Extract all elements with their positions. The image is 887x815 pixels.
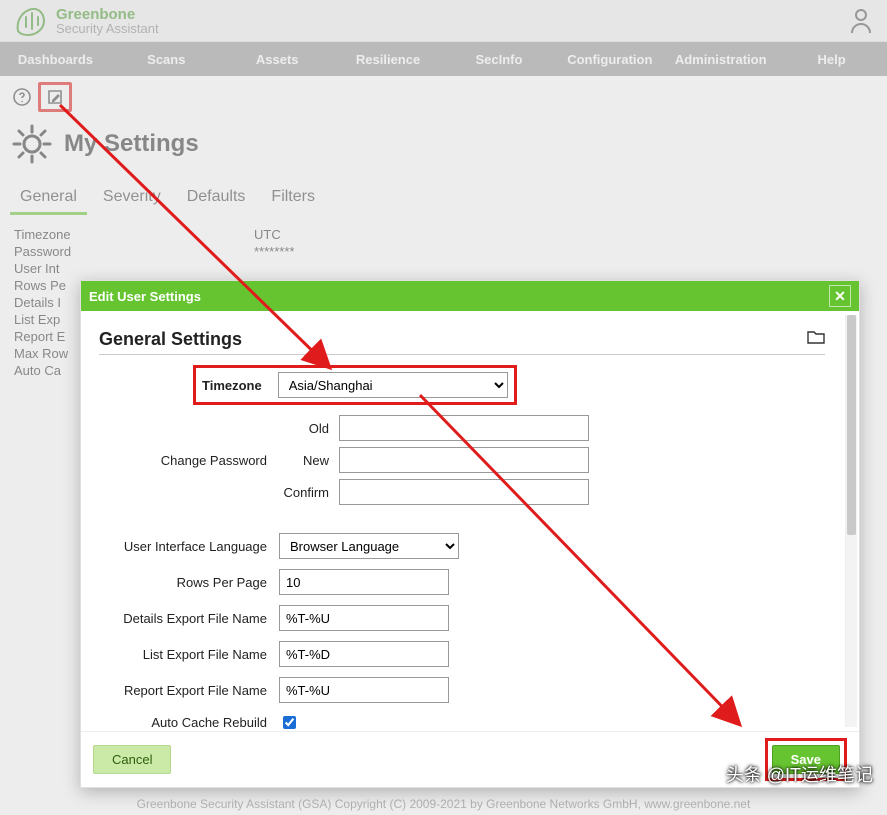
details-export-label: Details Export File Name (99, 611, 279, 626)
brand-logo-icon (14, 5, 48, 37)
folder-icon[interactable] (807, 329, 825, 350)
report-export-input[interactable] (279, 677, 449, 703)
list-export-input[interactable] (279, 641, 449, 667)
nav-item-resilience[interactable]: Resilience (333, 42, 444, 76)
nav-item-administration[interactable]: Administration (665, 42, 776, 76)
modal-title: Edit User Settings (89, 289, 201, 304)
page-footer: Greenbone Security Assistant (GSA) Copyr… (0, 797, 887, 811)
nav-item-dashboards[interactable]: Dashboards (0, 42, 111, 76)
help-icon[interactable] (10, 85, 34, 109)
password-confirm-label: Confirm (279, 485, 339, 500)
auto-cache-label: Auto Cache Rebuild (99, 715, 279, 730)
modal-titlebar: Edit User Settings ✕ (81, 281, 859, 311)
password-old-label: Old (279, 421, 339, 436)
tab-filters[interactable]: Filters (261, 182, 325, 215)
edit-icon[interactable] (43, 85, 67, 109)
password-new-label: New (279, 453, 339, 468)
page-title-row: My Settings (0, 118, 887, 182)
list-export-label: List Export File Name (99, 647, 279, 662)
scroll-thumb[interactable] (847, 315, 856, 535)
nav-item-scans[interactable]: Scans (111, 42, 222, 76)
modal-scrollbar[interactable] (845, 315, 857, 727)
nav-item-secinfo[interactable]: SecInfo (444, 42, 555, 76)
auto-cache-checkbox[interactable] (283, 716, 296, 729)
rows-per-page-input[interactable] (279, 569, 449, 595)
details-export-input[interactable] (279, 605, 449, 631)
password-old-input[interactable] (339, 415, 589, 441)
timezone-label: Timezone (202, 378, 268, 393)
app-header: Greenbone Security Assistant (0, 0, 887, 42)
edit-user-settings-modal: Edit User Settings ✕ General Settings Ti… (80, 280, 860, 788)
annotation-edit-highlight (38, 82, 72, 112)
annotation-timezone-highlight: Timezone Asia/Shanghai (193, 365, 517, 405)
report-export-label: Report Export File Name (99, 683, 279, 698)
brand-subtitle: Security Assistant (56, 22, 159, 35)
cancel-button[interactable]: Cancel (93, 745, 171, 774)
brand: Greenbone Security Assistant (14, 5, 159, 37)
watermark: 头条 @IT运维笔记 (726, 761, 873, 787)
timezone-select[interactable]: Asia/Shanghai (278, 372, 508, 398)
settings-row-password: Password******** (14, 244, 873, 259)
rows-per-page-label: Rows Per Page (99, 575, 279, 590)
password-new-input[interactable] (339, 447, 589, 473)
brand-title: Greenbone (56, 7, 159, 22)
page-title: My Settings (64, 130, 199, 158)
nav-item-help[interactable]: Help (776, 42, 887, 76)
ui-language-label: User Interface Language (99, 539, 279, 554)
section-title: General Settings (99, 329, 825, 355)
tab-defaults[interactable]: Defaults (177, 182, 256, 215)
change-password-label: Change Password (99, 415, 279, 505)
ui-language-select[interactable]: Browser Language (279, 533, 459, 559)
main-nav: Dashboards Scans Assets Resilience SecIn… (0, 42, 887, 76)
tab-severity[interactable]: Severity (93, 182, 171, 215)
tab-general[interactable]: General (10, 182, 87, 215)
nav-item-assets[interactable]: Assets (222, 42, 333, 76)
user-account-icon[interactable] (849, 7, 873, 35)
nav-item-configuration[interactable]: Configuration (554, 42, 665, 76)
settings-row-timezone: TimezoneUTC (14, 227, 873, 242)
tabs: General Severity Defaults Filters (0, 182, 887, 215)
gear-icon (10, 122, 54, 166)
password-confirm-input[interactable] (339, 479, 589, 505)
close-icon[interactable]: ✕ (829, 285, 851, 307)
toolbar (0, 76, 887, 118)
